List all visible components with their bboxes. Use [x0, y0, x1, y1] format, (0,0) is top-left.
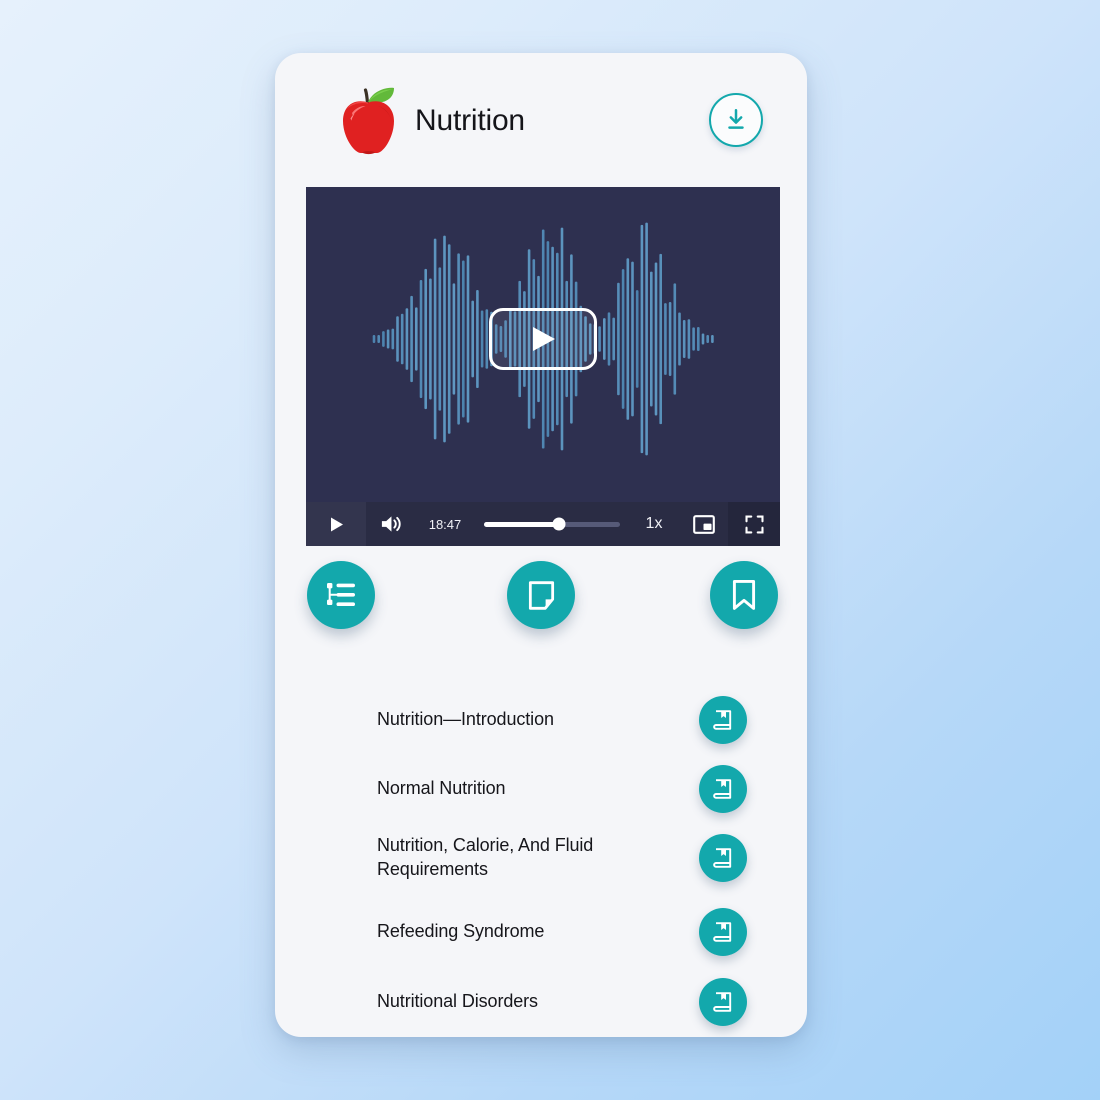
chapter-row[interactable]: Nutrition—Introduction	[275, 685, 807, 755]
time-display: 18:47	[428, 516, 462, 532]
red-apple-icon	[334, 85, 404, 159]
chapter-bookmark-button[interactable]	[699, 696, 747, 744]
play-triangle-icon	[529, 324, 557, 354]
chapter-row[interactable]: Nutritional Disorders	[275, 967, 807, 1037]
chapter-title: Nutrition, Calorie, And Fluid Requiremen…	[377, 835, 594, 879]
book-bookmark-icon	[711, 708, 735, 732]
progress-track[interactable]	[484, 517, 620, 531]
play-overlay-button[interactable]	[489, 308, 597, 370]
chapter-bookmark-button[interactable]	[699, 908, 747, 956]
chapter-list: Nutrition—Introduction Normal Nutrition Nu…	[275, 657, 807, 1037]
bookmarks-button[interactable]	[710, 561, 778, 629]
book-bookmark-icon	[711, 846, 735, 870]
play-button[interactable]	[306, 502, 366, 546]
progress-fill	[484, 521, 559, 527]
list-tree-icon	[325, 580, 357, 610]
download-button[interactable]	[709, 93, 763, 147]
download-icon	[723, 107, 749, 133]
progress-slider[interactable]	[476, 502, 628, 546]
chapter-title: Nutritional Disorders	[377, 991, 538, 1012]
progress-thumb[interactable]	[552, 517, 566, 531]
page-title: Nutrition	[415, 104, 525, 137]
chapter-title: Nutrition—Introduction	[377, 709, 554, 730]
chapter-row[interactable]: Refeeding Syndrome	[275, 897, 807, 967]
outline-button[interactable]	[307, 561, 375, 629]
chapter-bookmark-button[interactable]	[699, 978, 747, 1026]
fullscreen-button[interactable]	[728, 502, 780, 546]
fullscreen-icon	[744, 514, 764, 534]
chapter-bookmark-button[interactable]	[699, 765, 747, 813]
book-bookmark-icon	[711, 920, 735, 944]
chapter-bookmark-button[interactable]	[699, 834, 747, 882]
picture-in-picture-icon	[693, 514, 715, 534]
player-controls: 18:47 1x	[306, 502, 780, 546]
chapter-title: Refeeding Syndrome	[377, 921, 545, 942]
book-bookmark-icon	[711, 777, 735, 801]
action-button-row	[275, 561, 807, 649]
app-card: Nutrition 18:47 1x Nutrition—Introductio…	[275, 53, 807, 1037]
sticky-note-icon	[526, 580, 557, 611]
chapter-row[interactable]: Nutrition, Calorie, And Fluid Requiremen…	[275, 823, 807, 893]
volume-high-icon	[380, 514, 401, 534]
chapter-title: Normal Nutrition	[377, 778, 506, 799]
playback-speed-button[interactable]: 1x	[628, 502, 680, 546]
play-icon	[329, 516, 344, 533]
video-player[interactable]: 18:47 1x	[306, 187, 780, 546]
picture-in-picture-button[interactable]	[680, 502, 728, 546]
app-header: Nutrition	[275, 53, 807, 187]
bookmark-icon	[730, 579, 758, 611]
book-bookmark-icon	[711, 990, 735, 1014]
notes-button[interactable]	[507, 561, 575, 629]
chapter-row[interactable]: Normal Nutrition	[275, 754, 807, 824]
volume-button[interactable]	[366, 502, 414, 546]
